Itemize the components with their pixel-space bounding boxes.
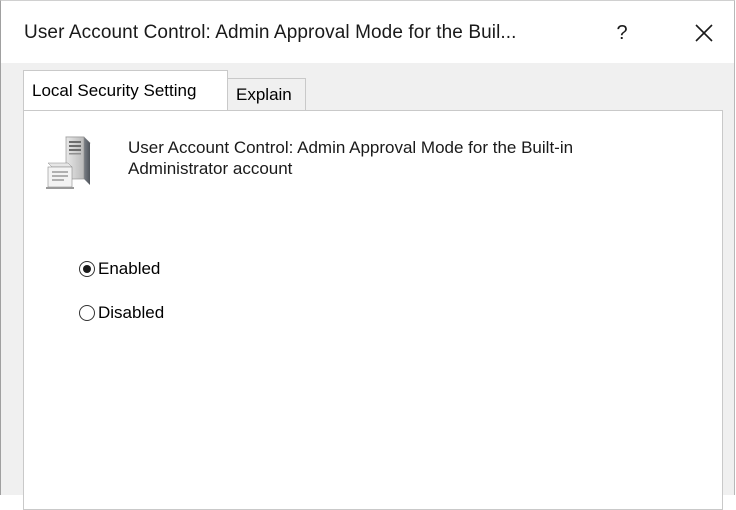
title-bar[interactable]: User Account Control: Admin Approval Mod… (1, 1, 734, 63)
server-icon (46, 136, 91, 189)
disabled-option[interactable]: Disabled (79, 301, 164, 325)
close-button[interactable] (679, 11, 729, 55)
close-icon (695, 24, 713, 42)
help-button[interactable]: ? (597, 11, 647, 55)
enabled-option[interactable]: Enabled (79, 257, 160, 281)
disabled-radio[interactable] (79, 305, 95, 321)
tab-panel: User Account Control: Admin Approval Mod… (23, 110, 723, 510)
enabled-label: Enabled (98, 259, 161, 278)
dialog-title: User Account Control: Admin Approval Mod… (24, 22, 517, 43)
disabled-label: Disabled (98, 303, 165, 322)
tab-local-security-setting[interactable]: Local Security Setting (23, 70, 228, 110)
tab-explain[interactable]: Explain (228, 78, 306, 110)
help-icon: ? (616, 22, 628, 44)
policy-description: User Account Control: Admin Approval Mod… (128, 138, 574, 178)
enabled-radio[interactable] (79, 261, 95, 277)
dialog-window: User Account Control: Admin Approval Mod… (0, 0, 735, 510)
